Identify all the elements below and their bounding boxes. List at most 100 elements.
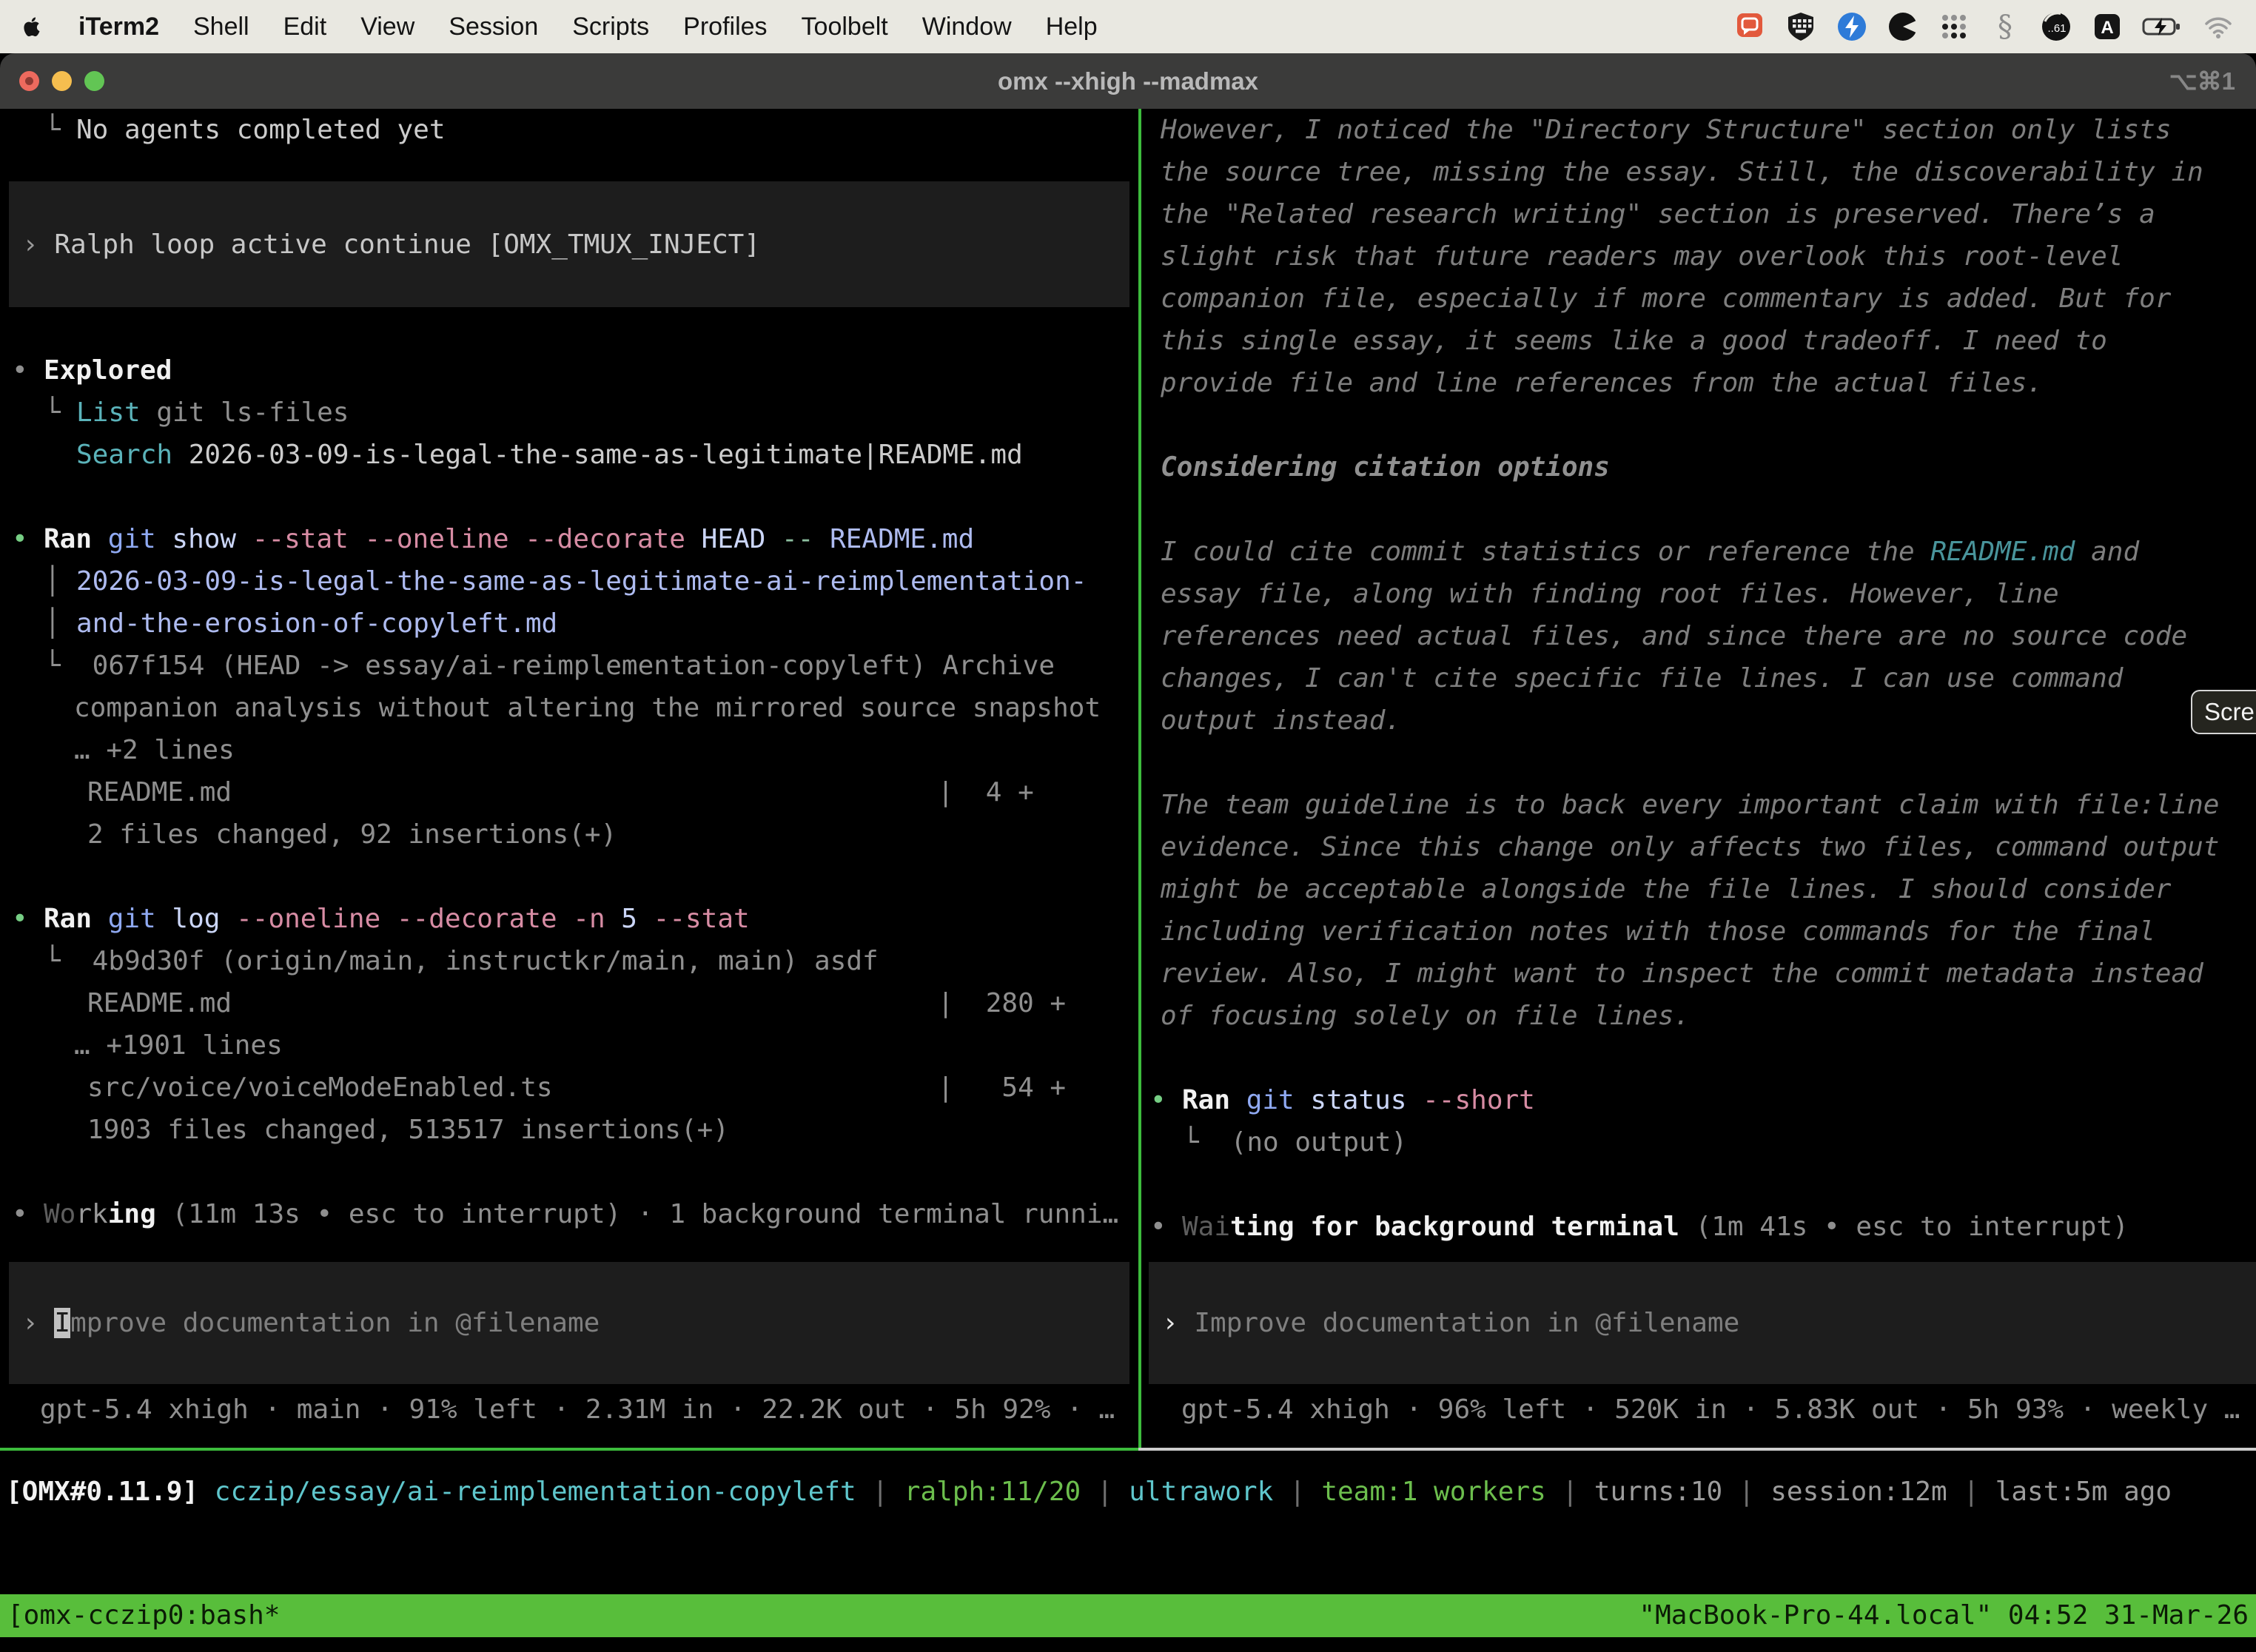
window-title: omx --xhigh --madmax: [0, 53, 2256, 109]
reasoning-paragraph-1: However, I noticed the "Directory Struct…: [1141, 109, 2256, 404]
reasoning-text-line: this single essay, it seems like a good …: [1141, 320, 2256, 362]
agent-prompt-input[interactable]: › Improve documentation in @filename: [1149, 1262, 2256, 1384]
screen-share-overlay[interactable]: Scre: [2191, 690, 2256, 734]
menu-item[interactable]: Window: [922, 13, 1012, 41]
agents-status-line: └No agents completed yet: [0, 109, 1138, 151]
apple-logo-icon[interactable]: [21, 13, 44, 41]
screen: iTerm2 Shell Edit View Session Scripts Profil…: [0, 0, 2256, 1652]
pane-bottom-border-left: [0, 1448, 1138, 1451]
reasoning-paragraph-3: The team guideline is to back every impo…: [1141, 784, 2256, 1037]
ran-git-log-line: •Ran git log --oneline --decorate -n 5 -…: [0, 898, 1138, 940]
bolt-badge-icon[interactable]: [1835, 10, 1869, 44]
omx-turns: turns:10: [1594, 1477, 1722, 1507]
squiggle-icon[interactable]: §: [1988, 10, 2022, 44]
svg-text:..61: ..61: [2047, 22, 2066, 35]
omx-last-activity: last:5m ago: [1995, 1477, 2172, 1507]
menu-item[interactable]: Profiles: [683, 13, 767, 41]
readme-file-link[interactable]: README.md: [1930, 537, 2075, 567]
messages-icon[interactable]: [1733, 10, 1767, 44]
reasoning-text-line: including verification notes with those …: [1141, 910, 2256, 953]
model-status-line: gpt-5.4 xhigh · main · 91% left · 2.31M …: [0, 1389, 1138, 1431]
reasoning-text-line: might be acceptable alongside the file l…: [1141, 868, 2256, 910]
terminal-pane-right[interactable]: However, I noticed the "Directory Struct…: [1141, 109, 2256, 1449]
menu-item[interactable]: Help: [1046, 13, 1098, 41]
reasoning-text-line: companion file, especially if more comme…: [1141, 278, 2256, 320]
reasoning-text-line: I could cite commit statistics or refere…: [1141, 531, 2256, 573]
menu-item[interactable]: Scripts: [572, 13, 649, 41]
menu-items: Shell Edit View Session Scripts Profiles Toolb…: [193, 13, 1098, 41]
model-status-line: gpt-5.4 xhigh · 96% left · 520K in · 5.8…: [1141, 1389, 2256, 1431]
reasoning-heading: Considering citation options: [1141, 446, 2256, 488]
prompt-caret-icon: ›: [22, 1308, 38, 1338]
reasoning-text-line: the "Related research writing" section i…: [1141, 193, 2256, 235]
reasoning-paragraph-2: essay file, along with finding root file…: [1141, 573, 2256, 742]
pane-bottom-border-right: [1138, 1448, 2256, 1451]
omx-version: [OMX#0.11.9]: [6, 1477, 198, 1507]
dots-grid-icon[interactable]: [1937, 10, 1971, 44]
more-lines-indicator: … +1901 lines: [0, 1024, 1138, 1067]
bullet-icon: •: [1150, 1079, 1182, 1121]
reasoning-text-line: changes, I can't cite specific file line…: [1141, 657, 2256, 699]
tmux-inject-input[interactable]: › Ralph loop active continue [OMX_TMUX_I…: [9, 181, 1129, 307]
macos-menu-bar: iTerm2 Shell Edit View Session Scripts Profil…: [0, 0, 2256, 53]
reasoning-text-line: However, I noticed the "Directory Struct…: [1141, 109, 2256, 151]
tmux-status-bar: [omx-cczip0:bash* "MacBook-Pro-44.local"…: [0, 1594, 2256, 1637]
reasoning-text-line: evidence. Since this change only affects…: [1141, 826, 2256, 868]
cmd-wrap-line: │and-the-erosion-of-copyleft.md: [0, 602, 1138, 645]
tmux-session-name: [omx-cczip0:bash*: [7, 1594, 280, 1637]
reasoning-text-line: output instead.: [1141, 699, 2256, 742]
reasoning-text-line: of focusing solely on file lines.: [1141, 995, 2256, 1037]
reasoning-text-line: essay file, along with finding root file…: [1141, 573, 2256, 615]
prompt-caret-icon: ›: [22, 229, 38, 260]
commit-line-cont: companion analysis without altering the …: [0, 687, 1138, 729]
reasoning-text-line: references need actual files, and since …: [1141, 615, 2256, 657]
window-titlebar[interactable]: omx --xhigh --madmax ⌥⌘1: [0, 53, 2256, 109]
input-source-icon[interactable]: A: [2090, 10, 2124, 44]
diffstat-line: README.md | 280 +: [0, 982, 1138, 1024]
commit-line: └ 067f154 (HEAD -> essay/ai-reimplementa…: [0, 645, 1138, 687]
omx-team: team:1 workers: [1321, 1477, 1545, 1507]
bullet-icon: •: [12, 518, 44, 560]
gauge-61-icon[interactable]: ..61: [2039, 10, 2073, 44]
explored-search-line: Search 2026-03-09-is-legal-the-same-as-l…: [0, 434, 1138, 476]
prompt-caret-icon: ›: [1162, 1308, 1178, 1338]
reasoning-text-line: The team guideline is to back every impo…: [1141, 784, 2256, 826]
reasoning-text-line: the source tree, missing the essay. Stil…: [1141, 151, 2256, 193]
terminal-pane-left[interactable]: └No agents completed yet › Ralph loop ac…: [0, 109, 1138, 1449]
svg-text:A: A: [2101, 18, 2113, 38]
tmux-host-clock: "MacBook-Pro-44.local" 04:52 31-Mar-26: [1639, 1594, 2249, 1637]
agent-prompt-input[interactable]: › Improve documentation in @filename: [9, 1262, 1129, 1384]
waiting-status-line: •Waiting for background terminal (1m 41s…: [1141, 1206, 2256, 1248]
ran-git-status-line: •Ran git status --short: [1141, 1079, 2256, 1121]
keyboard-shield-icon[interactable]: [1784, 10, 1818, 44]
omx-session: session:12m: [1770, 1477, 1947, 1507]
menu-item[interactable]: Shell: [193, 13, 249, 41]
cmd-wrap-line: │2026-03-09-is-legal-the-same-as-legitim…: [0, 560, 1138, 602]
wifi-icon[interactable]: [2201, 10, 2235, 44]
no-output-line: └ (no output): [1141, 1121, 2256, 1164]
omx-status-bar: [OMX#0.11.9] cczip/essay/ai-reimplementa…: [0, 1468, 2256, 1516]
screen-share-label: Scre: [2204, 698, 2255, 726]
reasoning-text-line: review. Also, I might want to inspect th…: [1141, 953, 2256, 995]
text-cursor: I: [54, 1308, 70, 1338]
diffstat-line: src/voice/voiceModeEnabled.ts | 54 +: [0, 1067, 1138, 1109]
explored-list-line: └List git ls-files: [0, 392, 1138, 434]
menu-item[interactable]: Toolbelt: [802, 13, 888, 41]
menu-item[interactable]: Edit: [283, 13, 327, 41]
crescent-circle-icon[interactable]: [1886, 10, 1920, 44]
omx-branch-path: cczip/essay/ai-reimplementation-copyleft: [198, 1477, 856, 1507]
diffstat-summary: 2 files changed, 92 insertions(+): [0, 813, 1138, 856]
working-status-line: •Working (11m 13s • esc to interrupt) · …: [0, 1193, 1138, 1235]
omx-ralph-counter: ralph:11/20: [904, 1477, 1081, 1507]
menu-item-iterm2[interactable]: iTerm2: [78, 13, 159, 41]
battery-icon[interactable]: [2141, 10, 2184, 44]
reasoning-text-line: provide file and line references from th…: [1141, 362, 2256, 404]
more-lines-indicator: … +2 lines: [0, 729, 1138, 771]
menu-bar-status-icons: § ..61 A: [1733, 10, 2235, 44]
menu-item[interactable]: Session: [449, 13, 538, 41]
commit-line: └ 4b9d30f (origin/main, instructkr/main,…: [0, 940, 1138, 982]
bullet-icon: •: [12, 1193, 44, 1235]
menu-item[interactable]: View: [360, 13, 414, 41]
iterm2-window: omx --xhigh --madmax ⌥⌘1 └No agents comp…: [0, 53, 2256, 1652]
ran-git-show-line: •Ran git show --stat --oneline --decorat…: [0, 518, 1138, 560]
